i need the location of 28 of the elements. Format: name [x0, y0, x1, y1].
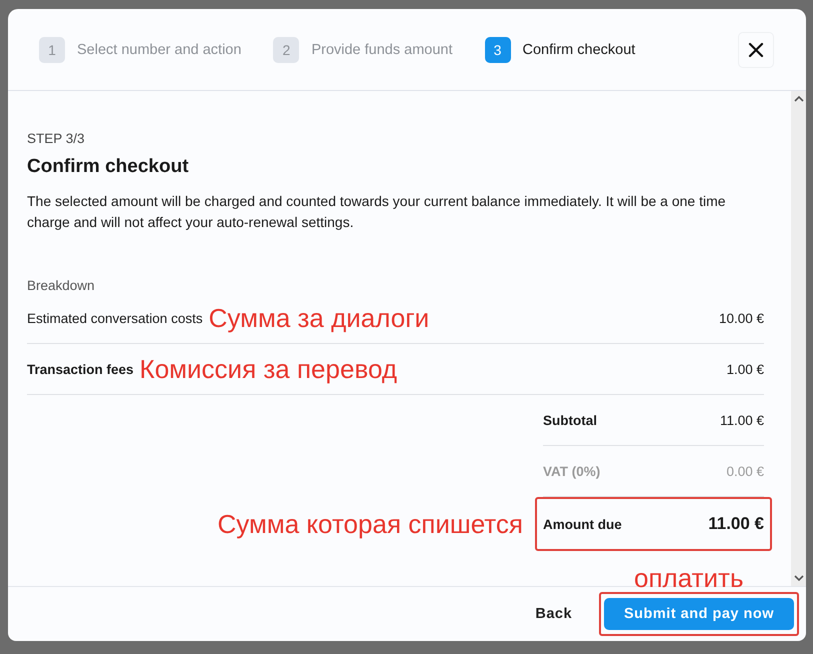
step-tab[interactable]: 3 Confirm checkout [484, 36, 636, 62]
close-icon [748, 42, 764, 58]
scroll-up-icon[interactable] [794, 95, 804, 103]
back-button[interactable]: Back [529, 600, 578, 628]
summary-label: Amount due [543, 516, 622, 532]
step-tab[interactable]: 1 Select number and action [39, 36, 242, 62]
scroll-down-icon[interactable] [794, 574, 804, 582]
step-counter: STEP 3/3 [27, 131, 86, 146]
line-label: Estimated conversation costs [27, 310, 203, 326]
summary-label: Subtotal [543, 412, 597, 428]
line-amount: 1.00 € [726, 362, 764, 376]
line-amount: 10.00 € [718, 310, 764, 326]
submit-button[interactable]: Submit and pay now [604, 598, 794, 630]
summary-amount: 0.00 € [726, 464, 764, 478]
step-tab[interactable]: 2 Provide funds amount [273, 36, 452, 62]
summary-label: VAT (0%) [543, 464, 600, 478]
annotation-text: Комиссия за перевод [140, 354, 398, 384]
summary-amount: 11.00 € [720, 412, 764, 428]
line-label: Transaction fees [27, 362, 134, 376]
summary-amount: 11.00 € [708, 514, 764, 534]
breakdown-label: Breakdown [27, 278, 96, 293]
annotation-text: Сумма за диалоги [208, 302, 430, 334]
close-button[interactable] [738, 32, 774, 68]
dialog-heading: Confirm checkout [27, 156, 190, 178]
annotation-text: оплатить [634, 563, 744, 594]
scrollbar[interactable] [791, 91, 806, 586]
description-text: The selected amount will be charged and counted towards your current balance immediately. It will be a one time charge and will not affect your auto-renewal settings. [27, 192, 727, 232]
annotation-text: Сумма которая спишется [217, 508, 523, 540]
